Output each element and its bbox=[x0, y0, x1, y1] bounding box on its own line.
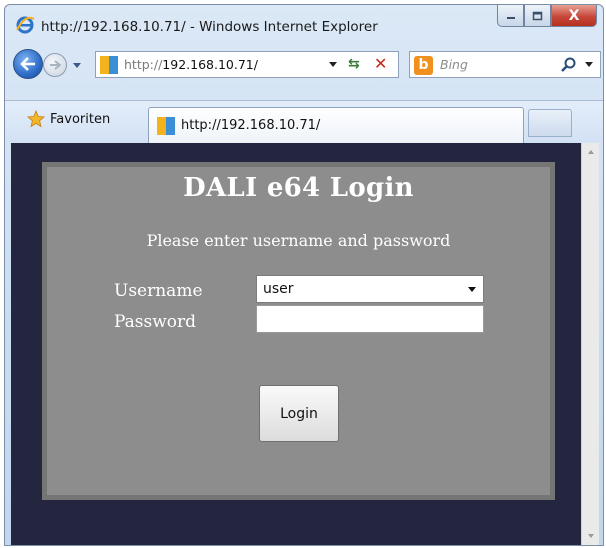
login-title: DALI e64 Login bbox=[183, 173, 414, 203]
search-bar[interactable]: b Bing bbox=[409, 51, 601, 78]
login-subtitle: Please enter username and password bbox=[146, 231, 451, 250]
search-placeholder: Bing bbox=[440, 57, 468, 72]
close-button[interactable]: X bbox=[551, 5, 597, 27]
restore-button[interactable] bbox=[524, 5, 551, 27]
star-icon bbox=[27, 110, 45, 128]
favorites-bar: Favoriten http://192.168.10.71/ bbox=[5, 100, 603, 143]
search-icon[interactable] bbox=[560, 56, 578, 74]
recent-pages-dropdown[interactable] bbox=[71, 59, 83, 71]
minimize-button[interactable] bbox=[497, 5, 524, 27]
minimize-icon bbox=[506, 16, 515, 19]
site-favicon-icon bbox=[100, 56, 118, 74]
password-label: Password bbox=[114, 312, 197, 332]
browser-window: http://192.168.10.71/ - Windows Internet… bbox=[4, 4, 604, 546]
username-select[interactable]: user bbox=[256, 275, 484, 303]
arrow-left-icon bbox=[20, 57, 35, 71]
back-button[interactable] bbox=[13, 49, 43, 79]
tab-title: http://192.168.10.71/ bbox=[181, 118, 321, 133]
new-tab-button[interactable] bbox=[528, 109, 572, 137]
login-button[interactable]: Login bbox=[259, 385, 339, 442]
favorites-button[interactable]: Favoriten bbox=[27, 110, 110, 128]
username-value: user bbox=[263, 281, 294, 297]
page-content: DALI e64 Login Please enter username and… bbox=[11, 143, 581, 545]
window-title: http://192.168.10.71/ - Windows Internet… bbox=[41, 19, 378, 35]
scroll-up-icon[interactable] bbox=[587, 149, 595, 155]
tab-active[interactable]: http://192.168.10.71/ bbox=[148, 107, 524, 143]
forward-button[interactable] bbox=[43, 53, 67, 77]
address-bar[interactable]: http://192.168.10.71/ ⇆ ✕ bbox=[95, 51, 399, 78]
navigation-bar: http://192.168.10.71/ ⇆ ✕ b Bing bbox=[5, 47, 603, 83]
close-icon: X bbox=[568, 7, 580, 24]
window-controls: X bbox=[497, 5, 597, 29]
chevron-down-icon bbox=[468, 287, 476, 292]
address-text[interactable]: http://192.168.10.71/ bbox=[124, 57, 258, 72]
tab-favicon-icon bbox=[157, 117, 175, 135]
search-dropdown-icon[interactable] bbox=[584, 60, 594, 68]
address-dropdown-icon[interactable] bbox=[328, 60, 338, 68]
favorites-label: Favoriten bbox=[50, 111, 111, 127]
stop-icon[interactable]: ✕ bbox=[374, 54, 387, 73]
username-label: Username bbox=[114, 281, 203, 301]
bing-logo-icon: b bbox=[414, 56, 433, 75]
arrow-right-icon bbox=[50, 60, 61, 70]
ie-logo-icon bbox=[16, 16, 35, 34]
title-bar: http://192.168.10.71/ - Windows Internet… bbox=[5, 5, 603, 45]
password-field[interactable] bbox=[256, 305, 484, 333]
scroll-down-icon[interactable] bbox=[587, 533, 595, 539]
compatibility-refresh-icon[interactable]: ⇆ bbox=[348, 56, 360, 72]
vertical-scrollbar[interactable] bbox=[581, 143, 599, 545]
restore-icon bbox=[532, 11, 543, 20]
login-panel: DALI e64 Login Please enter username and… bbox=[42, 162, 555, 500]
